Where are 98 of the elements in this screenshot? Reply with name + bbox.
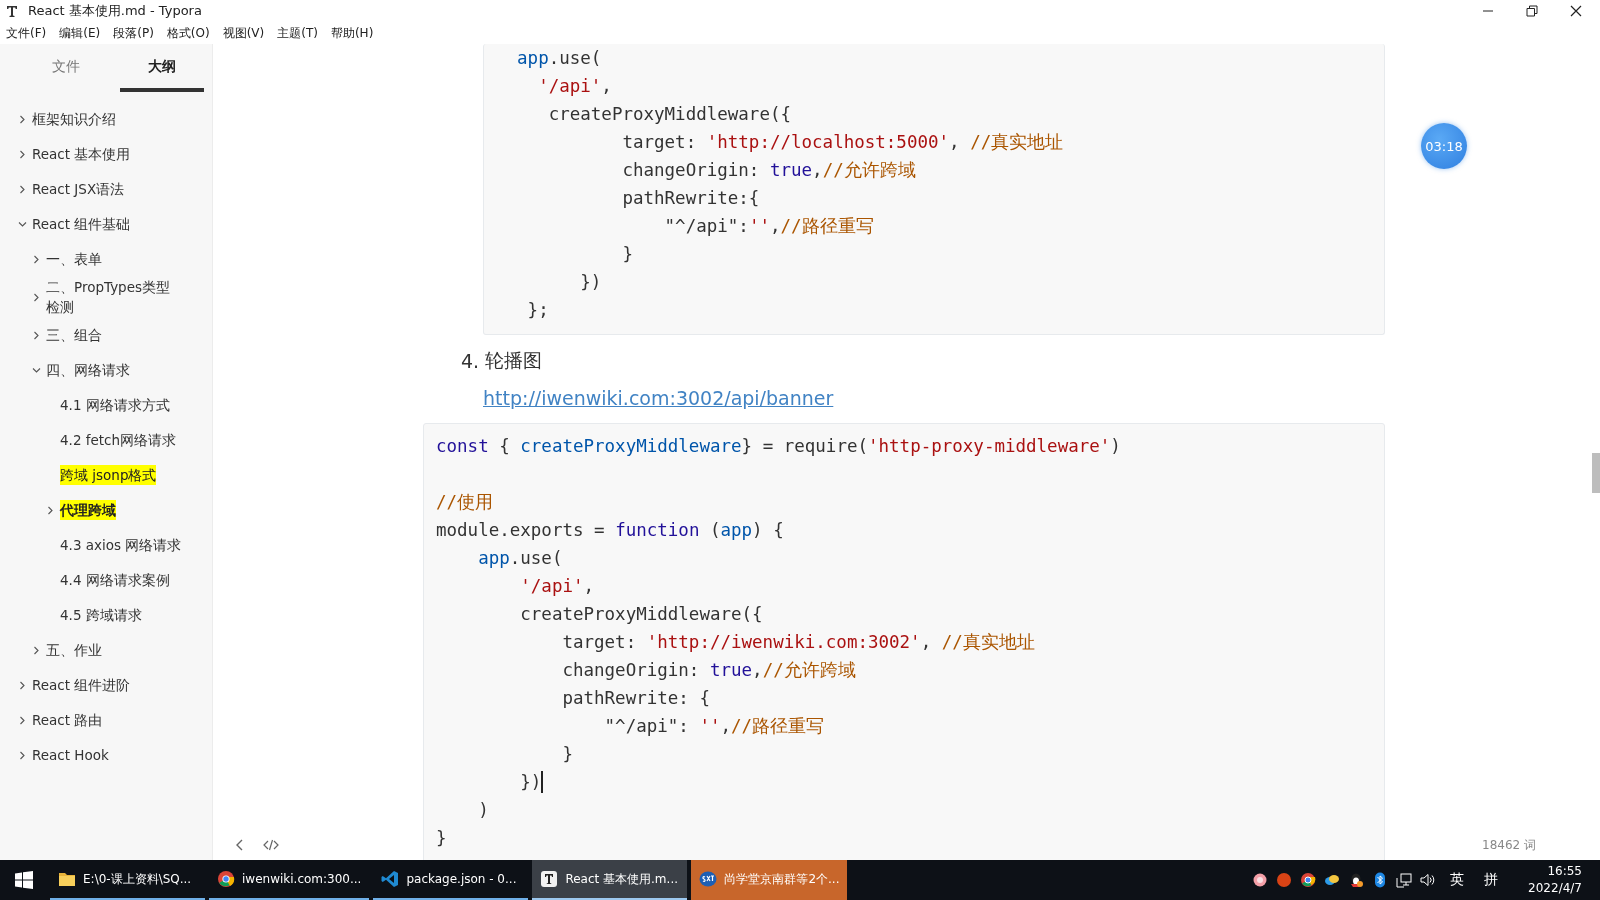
outline-item[interactable]: React 基本使用 [0,137,212,172]
code-editor-icon [381,870,400,888]
browser-icon [217,870,235,888]
window-title: React 基本使用.md - Typora [28,2,202,20]
volume-icon[interactable] [1420,872,1437,888]
outline-item[interactable]: 4.1 网络请求方式 [0,387,212,423]
code-line: }) [579,271,602,294]
outline-item[interactable]: React Hook [0,737,212,773]
chevron-icon[interactable] [32,365,41,375]
outline-item[interactable]: 二、PropTypes类型检测 [0,277,212,318]
menu-item[interactable]: 段落(P) [113,24,154,42]
outline-item[interactable]: 4.4 网络请求案例 [0,562,212,598]
browser-icon[interactable] [1300,872,1317,888]
code-line: "^/api": '',//路径重写 [603,715,825,738]
chevron-icon[interactable] [18,185,27,194]
chevron-left-icon[interactable] [235,839,245,851]
list-number: 4. [461,350,480,372]
code-line: createProxyMiddleware({ [519,603,763,626]
menu-item[interactable]: 主题(T) [277,24,318,42]
code-line: } [561,743,573,766]
taskbar-button[interactable]: package.json - 0... [373,860,529,900]
outline-item[interactable]: 三、组合 [0,317,212,353]
typora-icon [6,5,18,17]
code-line: //使用 [436,491,494,514]
windows-start-icon[interactable] [15,871,33,889]
word-count[interactable]: 18462 词 [1482,836,1536,854]
chevron-icon[interactable] [18,115,27,124]
cloud-icon[interactable] [1324,872,1341,888]
chevron-icon[interactable] [18,715,27,725]
code-line: } [621,243,633,266]
taskbar-button[interactable]: 尚学堂京南群等2个... [691,860,848,900]
code-line: }) [519,770,543,795]
code-line: module.exports = function (app) { [436,519,784,542]
outline-item[interactable]: React JSX语法 [0,172,212,207]
network-icon[interactable] [1396,872,1413,888]
code-line: const { createProxyMiddleware} = require('http-proxy-middleware') [436,435,1121,458]
chevron-icon[interactable] [18,750,27,760]
outline-item[interactable]: 4.5 跨域请求 [0,597,212,633]
code-line: '/api', [519,575,595,598]
outline-item[interactable]: 四、网络请求 [0,352,212,388]
outline-item[interactable]: 4.3 axios 网络请求 [0,527,212,563]
sidebar-tab[interactable]: 文件 [18,52,114,92]
circle-icon[interactable] [1276,872,1293,888]
code-line: pathRewrite: { [561,687,710,710]
chevron-icon[interactable] [18,220,27,229]
menu-item[interactable]: 视图(V) [222,24,265,42]
folder-icon [58,870,76,888]
code-line: "^/api":'',//路径重写 [663,215,874,238]
outline-item[interactable]: React 组件进阶 [0,667,212,703]
outline-item[interactable]: 4.2 fetch网络请求 [0,422,212,458]
chevron-icon[interactable] [18,150,27,159]
outline-item[interactable]: React 路由 [0,702,212,738]
url-link[interactable]: http://iwenwiki.com:3002/api/banner [483,387,834,409]
ime-mode-indicator[interactable]: 英 [1450,871,1465,889]
code-line: changeOrigin: true,//允许跨域 [561,659,856,682]
chevron-icon[interactable] [32,292,41,302]
menu-item[interactable]: 格式(O) [166,24,210,42]
chevron-icon[interactable] [18,680,27,690]
chevron-icon[interactable] [32,645,41,655]
code-line: app.use( [477,547,563,570]
chat-app-icon [699,870,718,888]
taskbar-button[interactable]: E:\0-课上资料\SQ... [50,860,205,900]
code-line: changeOrigin: true,//允许跨域 [621,159,916,182]
penguin-icon[interactable] [1348,872,1365,888]
outline-item[interactable]: 跨域 jsonp格式 [0,457,212,493]
close-icon[interactable] [1570,5,1582,17]
menu-item[interactable]: 文件(F) [6,24,47,42]
code-line: '/api', [537,75,612,98]
taskbar-button[interactable]: React 基本使用.m... [532,860,688,900]
code-line: pathRewrite:{ [621,187,760,210]
code-line: }; [526,299,549,322]
code-line: createProxyMiddleware({ [547,103,791,126]
outline-item[interactable]: 五、作业 [0,632,212,668]
chevron-icon[interactable] [46,505,55,515]
outline-item[interactable]: 一、表单 [0,242,212,277]
flower-icon[interactable] [1252,872,1269,888]
list-item-text: 轮播图 [485,348,543,373]
chevron-icon[interactable] [32,255,41,264]
ime-layout-indicator[interactable]: 拼 [1484,871,1499,889]
code-line: target: 'http://iwenwiki.com:3002', //真实地址 [561,631,1035,654]
outline-item[interactable]: React 组件基础 [0,207,212,242]
outline-item[interactable]: 框架知识介绍 [0,102,212,137]
chevron-icon[interactable] [32,330,41,340]
sidebar-tab[interactable]: 大纲 [120,52,204,92]
code-line: ) [477,799,489,822]
clock-time[interactable]: 16:55 [1547,863,1582,880]
menu-item[interactable]: 帮助(H) [330,24,374,42]
code-line: target: 'http://localhost:5000', //真实地址 [621,131,1064,154]
restore-icon[interactable] [1526,5,1538,17]
menu-item[interactable]: 编辑(E) [59,24,101,42]
outline-item[interactable]: 代理跨域 [0,492,212,528]
clock-date[interactable]: 2022/4/7 [1528,880,1582,897]
code-line: app.use( [516,47,602,70]
taskbar-button[interactable]: iwenwiki.com:300... [209,860,370,900]
scrollbar-thumb[interactable] [1592,453,1600,493]
code-line: } [436,827,447,850]
typora-icon [540,870,559,888]
code-icon[interactable] [263,839,279,851]
